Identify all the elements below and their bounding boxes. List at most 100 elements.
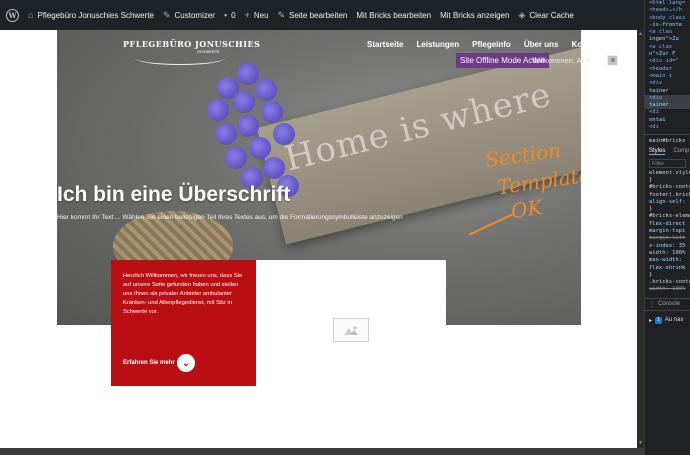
clear-cache-link[interactable]: ◈ Clear Cache xyxy=(518,10,573,21)
comments-link[interactable]: ▪ 0 xyxy=(224,10,236,20)
dom-line-text: ingen">Zu xyxy=(649,36,679,43)
new-content-menu[interactable]: + Neu xyxy=(245,10,269,20)
issue-count-badge: 1 xyxy=(655,316,662,324)
annotation-ok: OK xyxy=(509,194,544,224)
chat-icon: ▸ xyxy=(649,317,653,324)
edit-with-bricks-link[interactable]: Mit Bricks bearbeiten xyxy=(356,11,431,20)
style-line-warning: margin-left xyxy=(645,235,690,242)
style-line: align-self: xyxy=(649,198,686,205)
wordpress-logo-icon: W xyxy=(6,8,19,22)
dom-line[interactable]: <div id=" xyxy=(645,58,690,65)
menu-dots-icon: ⋮ xyxy=(649,301,655,308)
pencil-icon: ✎ xyxy=(277,9,286,20)
dom-line[interactable]: ontai xyxy=(645,117,690,124)
scroll-up-arrow-icon[interactable]: ▲ xyxy=(638,31,643,37)
avatar[interactable] xyxy=(607,55,618,66)
dom-line[interactable]: tainer xyxy=(645,88,690,95)
view-with-bricks-link[interactable]: Mit Bricks anzeigen xyxy=(440,11,509,20)
dom-line-selected[interactable]: tainer xyxy=(645,102,690,110)
console-label: Console xyxy=(658,301,681,308)
brush-icon: ✎ xyxy=(162,9,171,20)
dom-line-text: <a clas xyxy=(649,43,673,50)
style-line: #bricks-conte xyxy=(649,184,690,191)
style-line: max-width: xyxy=(649,257,683,264)
intro-text: Herzlich Willkommen, wir freuen uns, das… xyxy=(123,273,243,315)
viewport-scrollbar[interactable] xyxy=(637,30,644,448)
tab-computed[interactable]: Comp xyxy=(673,148,689,155)
plus-icon: + xyxy=(244,10,250,20)
dom-line-text: <header xyxy=(649,65,673,72)
comment-icon: ▪ xyxy=(223,10,228,20)
dom-line[interactable]: <body class xyxy=(645,15,690,22)
dom-line[interactable]: <div xyxy=(645,80,690,87)
dom-line-text: <div id=" xyxy=(649,58,679,65)
styles-filter-input[interactable]: Filter xyxy=(649,158,686,168)
dom-line[interactable]: ingen">Zu xyxy=(645,36,690,43)
customizer-label: Customizer xyxy=(174,10,215,20)
main-navigation: Startseite Leistungen Pflegeinfo Über un… xyxy=(367,40,581,49)
customizer-link[interactable]: ✎ Customizer xyxy=(163,10,215,21)
hyacinth-image xyxy=(177,63,327,233)
dom-line-text: <html lang= xyxy=(649,0,686,6)
nav-item-kooperation[interactable]: Kooperation xyxy=(571,40,581,49)
chevron-down-icon: ⌄ xyxy=(182,357,190,368)
style-line: flex-shrink xyxy=(649,264,686,271)
dom-line[interactable]: -is-fronte xyxy=(645,22,690,29)
hero-subtext: Hier kommt Ihr Text ... Wählen Sie einen… xyxy=(57,214,403,221)
site-name-menu[interactable]: ⌂ Pflegebüro Jonuschies Schwerte xyxy=(28,10,154,20)
nav-item-leistungen[interactable]: Leistungen xyxy=(416,40,459,49)
learn-more-button[interactable]: ⌄ xyxy=(177,354,195,372)
dom-line-text: <div xyxy=(649,80,663,87)
dom-line[interactable]: <main i xyxy=(645,73,690,80)
dom-line[interactable]: <a clas xyxy=(645,44,690,51)
logo-text: PFLEGEBÜRO JONUSCHIES xyxy=(123,39,261,49)
logo-subtext: SCHWERTE xyxy=(197,49,220,54)
dom-line[interactable]: <di xyxy=(645,124,690,131)
edit-page-label: Seite bearbeiten xyxy=(289,10,348,20)
style-line-text: margin-left xyxy=(649,235,686,242)
style-line-text: width: 100% xyxy=(649,286,686,293)
view-with-bricks-label: Mit Bricks anzeigen xyxy=(440,10,510,20)
learn-more-link[interactable]: Erfahren Sie mehr xyxy=(123,360,175,366)
comments-count: 0 xyxy=(231,10,236,20)
horizontal-scrollbar[interactable] xyxy=(0,448,644,455)
console-drawer-tab[interactable]: ⋮ Console xyxy=(645,297,690,311)
dom-line-text: tainer xyxy=(649,102,669,109)
dom-line[interactable]: <a clas xyxy=(645,29,690,36)
issue-row[interactable]: ▸ 1 Au nav xyxy=(645,311,690,330)
style-line: element.style xyxy=(649,169,690,176)
nav-item-startseite[interactable]: Startseite xyxy=(367,40,403,49)
dom-line-text: -is-fronte xyxy=(649,21,683,28)
tab-styles[interactable]: Styles xyxy=(649,148,666,155)
dom-line[interactable]: <header xyxy=(645,66,690,73)
style-line: footer).bricks xyxy=(649,191,690,198)
dom-line-text: <div xyxy=(649,94,663,101)
dom-breadcrumb[interactable]: main#bricks xyxy=(645,138,690,145)
dom-line-text: <a clas xyxy=(649,29,673,36)
dom-line[interactable]: <di xyxy=(645,109,690,116)
clear-cache-label: Clear Cache xyxy=(529,10,574,20)
dom-line-text: tainer xyxy=(649,87,669,94)
edit-page-link[interactable]: ✎ Seite bearbeiten xyxy=(278,10,348,21)
site-logo[interactable]: PFLEGEBÜRO JONUSCHIES xyxy=(123,39,260,49)
dom-line[interactable]: <html lang= xyxy=(645,0,690,7)
scroll-down-arrow-icon[interactable]: ▼ xyxy=(638,440,643,446)
edit-with-bricks-label: Mit Bricks bearbeiten xyxy=(356,10,432,20)
home-icon: ⌂ xyxy=(28,10,34,20)
new-label: Neu xyxy=(253,10,269,20)
dom-line-text: <di xyxy=(649,124,659,131)
divider xyxy=(645,134,690,136)
wp-logo-menu[interactable]: W xyxy=(6,8,19,22)
dom-line-text: <main i xyxy=(649,72,673,79)
style-line: } xyxy=(649,271,653,278)
dom-line-selected[interactable]: <div xyxy=(645,94,690,103)
style-line: width: 100% xyxy=(649,249,686,256)
nav-item-ueber-uns[interactable]: Über uns xyxy=(524,40,559,49)
issue-text: Au nav xyxy=(664,316,684,323)
annotation-arrow xyxy=(468,212,516,236)
welcome-text: Willkommen, A19 xyxy=(532,56,590,65)
dom-line[interactable]: n">Zur F xyxy=(645,51,690,58)
dom-line[interactable]: <head>…</h xyxy=(645,7,690,14)
dom-line-text: <head>…</h xyxy=(649,7,683,14)
nav-item-pflegeinfo[interactable]: Pflegeinfo xyxy=(472,40,511,49)
